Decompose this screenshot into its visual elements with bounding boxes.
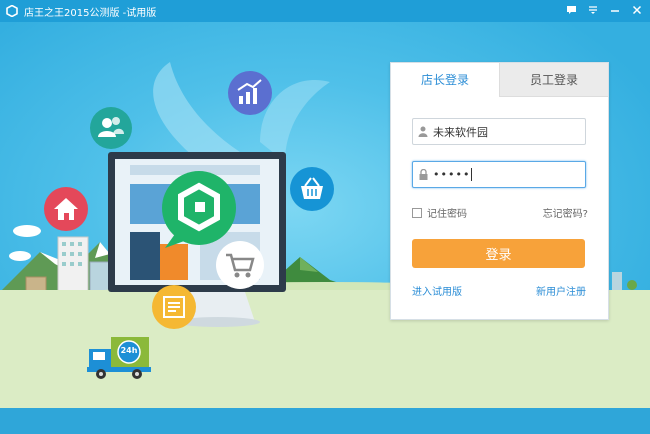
bottom-strip [0,408,650,434]
chat-icon[interactable] [564,3,578,17]
receipt-icon [152,285,196,329]
close-icon[interactable] [630,3,644,17]
app-logo-icon [6,5,18,17]
delivery-truck-icon [87,337,151,379]
text-cursor [471,168,473,181]
user-icon [413,126,433,137]
lock-icon [413,169,433,180]
dropdown-icon[interactable] [586,3,600,17]
chart-growth-icon [228,71,272,115]
remember-checkbox[interactable] [412,207,422,218]
remember-password[interactable]: 记住密码 [412,205,467,220]
password-input[interactable]: ••••• [433,168,470,181]
shopping-cart-icon [216,241,264,289]
remember-label: 记住密码 [427,209,467,220]
tab-staff-login[interactable]: 员工登录 [499,63,608,97]
shopping-basket-icon [290,167,334,211]
title-bar: 店王之王2015公测版 -试用版 [0,0,650,22]
minimize-icon[interactable] [608,3,622,17]
delivery-24h-label: 24h [120,346,138,355]
register-link[interactable]: 新用户注册 [536,283,586,298]
users-icon [90,107,132,149]
login-tabs: 店长登录 员工登录 [391,63,608,97]
forgot-password-link[interactable]: 忘记密码? [543,205,588,220]
username-field[interactable] [412,118,586,145]
login-panel: 店长登录 员工登录 ••••• 记住密码 忘记密码? 登录 进入试用版 新用户注… [390,62,609,320]
window-title: 店王之王2015公测版 -试用版 [24,7,157,19]
login-button[interactable]: 登录 [412,239,585,268]
trial-link[interactable]: 进入试用版 [412,283,462,298]
tab-manager-login[interactable]: 店长登录 [391,63,499,96]
password-field[interactable]: ••••• [412,161,586,188]
home-icon [44,187,88,231]
username-input[interactable] [433,125,573,138]
